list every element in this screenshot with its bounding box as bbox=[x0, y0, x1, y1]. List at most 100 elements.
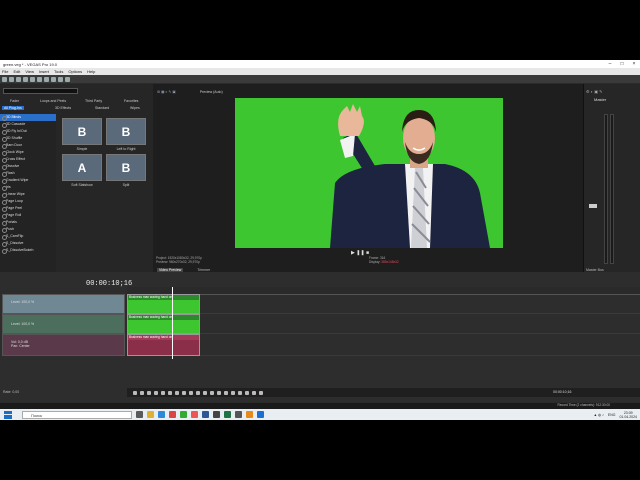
undo-icon[interactable] bbox=[58, 76, 63, 82]
taskbar-search-input[interactable]: Поиск bbox=[22, 410, 132, 419]
opera-icon[interactable] bbox=[169, 411, 176, 418]
cut-icon[interactable] bbox=[37, 76, 42, 82]
video-clip[interactable]: Business man waving hand on bbox=[127, 314, 200, 334]
menu-tools[interactable]: Tools bbox=[54, 69, 63, 74]
tab-loops-and-peels[interactable]: Loops and Peels bbox=[40, 99, 66, 103]
list-item[interactable]: Clock Wipe bbox=[0, 149, 56, 156]
go-to-end-icon[interactable] bbox=[182, 390, 186, 395]
close-button[interactable]: × bbox=[628, 60, 640, 68]
app-icon[interactable] bbox=[213, 411, 220, 418]
go-to-start-icon[interactable] bbox=[175, 390, 179, 395]
start-icon[interactable] bbox=[4, 410, 12, 419]
list-item[interactable]: 3D Shuffle bbox=[0, 135, 56, 142]
list-item[interactable]: 3D Fly In/Out bbox=[0, 128, 56, 135]
video-track-1-header[interactable]: Level: 100,0 % bbox=[2, 294, 125, 314]
tab-3d-effects[interactable]: 3D Effects bbox=[55, 106, 71, 110]
task-view-icon[interactable] bbox=[136, 411, 143, 418]
snap-icon[interactable] bbox=[252, 390, 256, 395]
clock[interactable]: 23:09 01.04.2024 bbox=[619, 411, 637, 419]
playhead-cursor[interactable] bbox=[172, 287, 173, 359]
video-track-2-lane[interactable]: Business man waving hand on bbox=[127, 314, 640, 334]
menu-file[interactable]: File bbox=[2, 69, 8, 74]
normal-edit-tool-icon[interactable] bbox=[203, 390, 207, 395]
audio-track-header[interactable]: Vol: 0,0 dB Pan: Center bbox=[2, 334, 125, 356]
preview-quality-select[interactable]: Preview (Auto) bbox=[200, 90, 223, 94]
audio-clip[interactable]: Business man waving hand on bbox=[127, 334, 200, 356]
edge-icon[interactable] bbox=[158, 411, 165, 418]
copy-icon[interactable] bbox=[44, 76, 49, 82]
loop-icon[interactable] bbox=[140, 390, 144, 395]
tab-fader[interactable]: Fader bbox=[10, 99, 19, 103]
render-icon[interactable] bbox=[23, 76, 28, 82]
master-tools-icons[interactable]: ⚙ ◐ ▣ ✎ bbox=[586, 89, 602, 94]
preset-thumb-left-to-right[interactable]: B bbox=[106, 118, 146, 145]
list-item[interactable]: Page Loop bbox=[0, 198, 56, 205]
play-icon[interactable] bbox=[154, 390, 158, 395]
list-item[interactable]: Dissolve bbox=[0, 163, 56, 170]
properties-icon[interactable] bbox=[30, 76, 35, 82]
app-icon[interactable] bbox=[246, 411, 253, 418]
vegas-icon[interactable] bbox=[257, 411, 264, 418]
list-item[interactable]: Portals bbox=[0, 219, 56, 226]
lock-icon[interactable] bbox=[231, 390, 235, 395]
list-item[interactable]: 3D Blinds bbox=[0, 114, 56, 121]
envelope-tool-icon[interactable] bbox=[210, 390, 214, 395]
preview-tools-icons[interactable]: ⚙ ▦ ◐ ✎ ▣ bbox=[157, 90, 176, 94]
menu-help[interactable]: Help bbox=[87, 69, 95, 74]
file-explorer-icon[interactable] bbox=[147, 411, 154, 418]
stop-icon[interactable] bbox=[168, 390, 172, 395]
language-indicator[interactable]: ENG bbox=[608, 413, 616, 417]
app-icon[interactable] bbox=[235, 411, 242, 418]
fx-search-input[interactable] bbox=[3, 88, 78, 94]
minimize-button[interactable]: – bbox=[604, 60, 616, 68]
audio-track-lane[interactable]: Business man waving hand on bbox=[127, 334, 640, 356]
region-icon[interactable] bbox=[245, 390, 249, 395]
video-track-1-lane[interactable]: Business man waving hand on bbox=[127, 294, 640, 314]
list-item[interactable]: Iris bbox=[0, 184, 56, 191]
list-item[interactable]: S_Dissolve bbox=[0, 240, 56, 247]
chrome-icon[interactable] bbox=[180, 411, 187, 418]
split-icon[interactable] bbox=[217, 390, 221, 395]
video-track-2-header[interactable]: Level: 100,0 % bbox=[2, 314, 125, 334]
list-item[interactable]: Cross Effect bbox=[0, 156, 56, 163]
master-fader-handle[interactable] bbox=[589, 204, 597, 208]
list-item[interactable]: Linear Wipe bbox=[0, 191, 56, 198]
list-item[interactable]: Push bbox=[0, 226, 56, 233]
menu-view[interactable]: View bbox=[25, 69, 34, 74]
menu-options[interactable]: Options bbox=[68, 69, 82, 74]
list-item[interactable]: Barn Door bbox=[0, 142, 56, 149]
new-project-icon[interactable] bbox=[2, 76, 7, 82]
preset-thumb-soft-slatshow[interactable]: A bbox=[62, 154, 102, 181]
record-icon[interactable] bbox=[133, 390, 137, 395]
trim-icon[interactable] bbox=[224, 390, 228, 395]
redo-icon[interactable] bbox=[65, 76, 70, 82]
maximize-button[interactable]: □ bbox=[616, 60, 628, 68]
open-icon[interactable] bbox=[9, 76, 14, 82]
preset-thumb-simple[interactable]: B bbox=[62, 118, 102, 145]
list-item[interactable]: Page Peel bbox=[0, 205, 56, 212]
list-item[interactable]: Page Roll bbox=[0, 212, 56, 219]
tab-standard[interactable]: Standard bbox=[95, 106, 109, 110]
tab-favorites[interactable]: Favorites bbox=[124, 99, 138, 103]
youtube-icon[interactable] bbox=[191, 411, 198, 418]
tab-third-party[interactable]: Third Party bbox=[85, 99, 102, 103]
paste-icon[interactable] bbox=[51, 76, 56, 82]
video-clip[interactable]: Business man waving hand on bbox=[127, 294, 200, 314]
tray-icons[interactable]: ▲ ◍ ♪ bbox=[594, 413, 604, 417]
list-item[interactable]: Gradient Wipe bbox=[0, 177, 56, 184]
tab-all-plugins[interactable]: All Plug-Ins bbox=[2, 106, 24, 110]
word-icon[interactable] bbox=[202, 411, 209, 418]
menu-edit[interactable]: Edit bbox=[13, 69, 20, 74]
play-from-start-icon[interactable] bbox=[147, 390, 151, 395]
list-item[interactable]: 3D Cascade bbox=[0, 121, 56, 128]
tab-wipes[interactable]: Wipes bbox=[130, 106, 140, 110]
menu-insert[interactable]: Insert bbox=[39, 69, 49, 74]
list-item[interactable]: S_DissolveBokeh bbox=[0, 247, 56, 254]
pause-icon[interactable] bbox=[161, 390, 165, 395]
excel-icon[interactable] bbox=[224, 411, 231, 418]
prev-frame-icon[interactable] bbox=[189, 390, 193, 395]
list-item[interactable]: S_CamFlip bbox=[0, 233, 56, 240]
marker-icon[interactable] bbox=[238, 390, 242, 395]
auto-ripple-icon[interactable] bbox=[259, 390, 263, 395]
preset-thumb-split[interactable]: B bbox=[106, 154, 146, 181]
